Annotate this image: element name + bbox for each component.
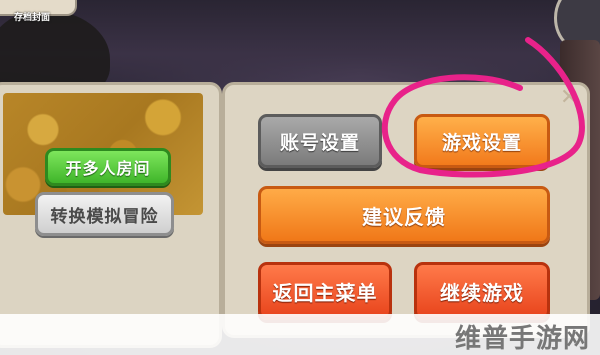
game-settings-button[interactable]: 游戏设置	[414, 114, 550, 168]
feedback-button[interactable]: 建议反馈	[258, 186, 550, 244]
save-cover-title: 存档封面	[14, 13, 51, 23]
close-icon[interactable]: ✕	[560, 85, 578, 110]
watermark-text: 维普手游网	[454, 324, 590, 354]
continue-game-button[interactable]: 继续游戏	[414, 262, 550, 320]
multiplayer-room-button[interactable]: 开多人房间	[45, 148, 171, 186]
switch-mode-button[interactable]: 转换模拟冒险	[35, 192, 174, 236]
main-menu-button[interactable]: 返回主菜单	[258, 262, 392, 320]
account-settings-button[interactable]: 账号设置	[258, 114, 382, 168]
